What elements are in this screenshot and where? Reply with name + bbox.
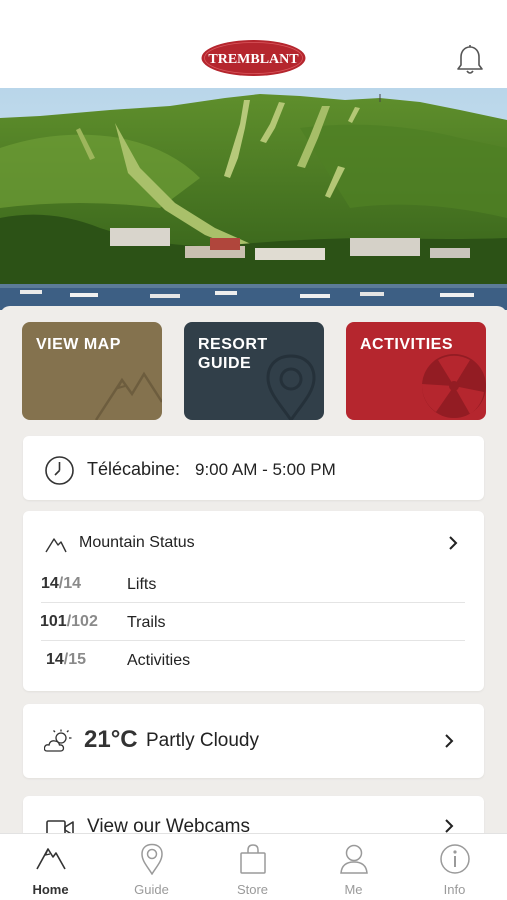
status-row-trails: 101/102 Trails bbox=[40, 603, 465, 641]
lifts-count: 14/14 bbox=[41, 575, 82, 592]
activities-tile[interactable]: ACTIVITIES bbox=[346, 322, 486, 420]
view-map-label: VIEW MAP bbox=[36, 336, 121, 353]
info-icon bbox=[439, 844, 470, 874]
map-pin-icon bbox=[140, 843, 163, 875]
gondola-hours-label: Télécabine: bbox=[87, 459, 181, 479]
mountain-icon bbox=[35, 848, 66, 870]
user-icon bbox=[339, 844, 368, 874]
chevron-right-icon bbox=[445, 734, 454, 748]
app-screen: TREMBLANT VIEW MAP RESORT GUIDE ACTIVITI… bbox=[0, 0, 507, 900]
logo-text: TREMBLANT bbox=[208, 52, 299, 67]
gondola-hours-value: 9:00 AM - 5:00 PM bbox=[195, 460, 336, 479]
trails-count: 101/102 bbox=[40, 613, 98, 630]
shopping-bag-icon bbox=[239, 844, 266, 874]
activity-icon bbox=[421, 354, 486, 418]
lifts-label: Lifts bbox=[127, 576, 157, 593]
hero-mountain-photo bbox=[0, 88, 507, 310]
tremblant-logo[interactable]: TREMBLANT bbox=[200, 39, 307, 77]
trails-label: Trails bbox=[127, 614, 166, 631]
activities-count: 14/15 bbox=[46, 651, 87, 668]
tab-home[interactable]: Home bbox=[0, 834, 101, 900]
clock-icon bbox=[45, 456, 74, 485]
chevron-right-icon bbox=[445, 819, 454, 833]
tab-store-label: Store bbox=[236, 882, 269, 897]
bottom-tab-bar: Home Guide Store Me Info bbox=[0, 833, 507, 900]
activities-row-label: Activities bbox=[127, 652, 191, 669]
bell-icon[interactable] bbox=[455, 44, 485, 76]
resort-guide-tile[interactable]: RESORT GUIDE bbox=[184, 322, 324, 420]
hours-card: Télécabine: 9:00 AM - 5:00 PM bbox=[23, 436, 484, 500]
tab-guide-label: Guide bbox=[134, 882, 169, 897]
tab-home-label: Home bbox=[32, 882, 69, 897]
mountain-status-card[interactable]: Mountain Status 14/14 Lifts 101/102 Trai… bbox=[23, 511, 484, 691]
tab-info-label: Info bbox=[443, 882, 466, 897]
partly-cloudy-icon bbox=[44, 729, 72, 752]
status-row-lifts: 14/14 Lifts bbox=[41, 565, 465, 603]
tab-store[interactable]: Store bbox=[202, 834, 303, 900]
chevron-right-icon bbox=[449, 536, 458, 550]
mountain-icon bbox=[45, 538, 67, 553]
map-pin-icon bbox=[266, 354, 316, 420]
mountain-icon bbox=[94, 371, 162, 420]
tab-me[interactable]: Me bbox=[303, 834, 404, 900]
mountain-status-title: Mountain Status bbox=[79, 534, 195, 551]
tab-me-label: Me bbox=[344, 882, 363, 897]
tab-info[interactable]: Info bbox=[404, 834, 505, 900]
tab-guide[interactable]: Guide bbox=[101, 834, 202, 900]
temperature-value: 21°C bbox=[84, 726, 138, 753]
status-row-activities: 14/15 Activities bbox=[41, 641, 465, 679]
view-map-tile[interactable]: VIEW MAP bbox=[22, 322, 162, 420]
weather-card[interactable]: 21°C Partly Cloudy bbox=[23, 704, 484, 778]
app-header: TREMBLANT bbox=[0, 0, 507, 88]
weather-condition: Partly Cloudy bbox=[146, 730, 259, 751]
